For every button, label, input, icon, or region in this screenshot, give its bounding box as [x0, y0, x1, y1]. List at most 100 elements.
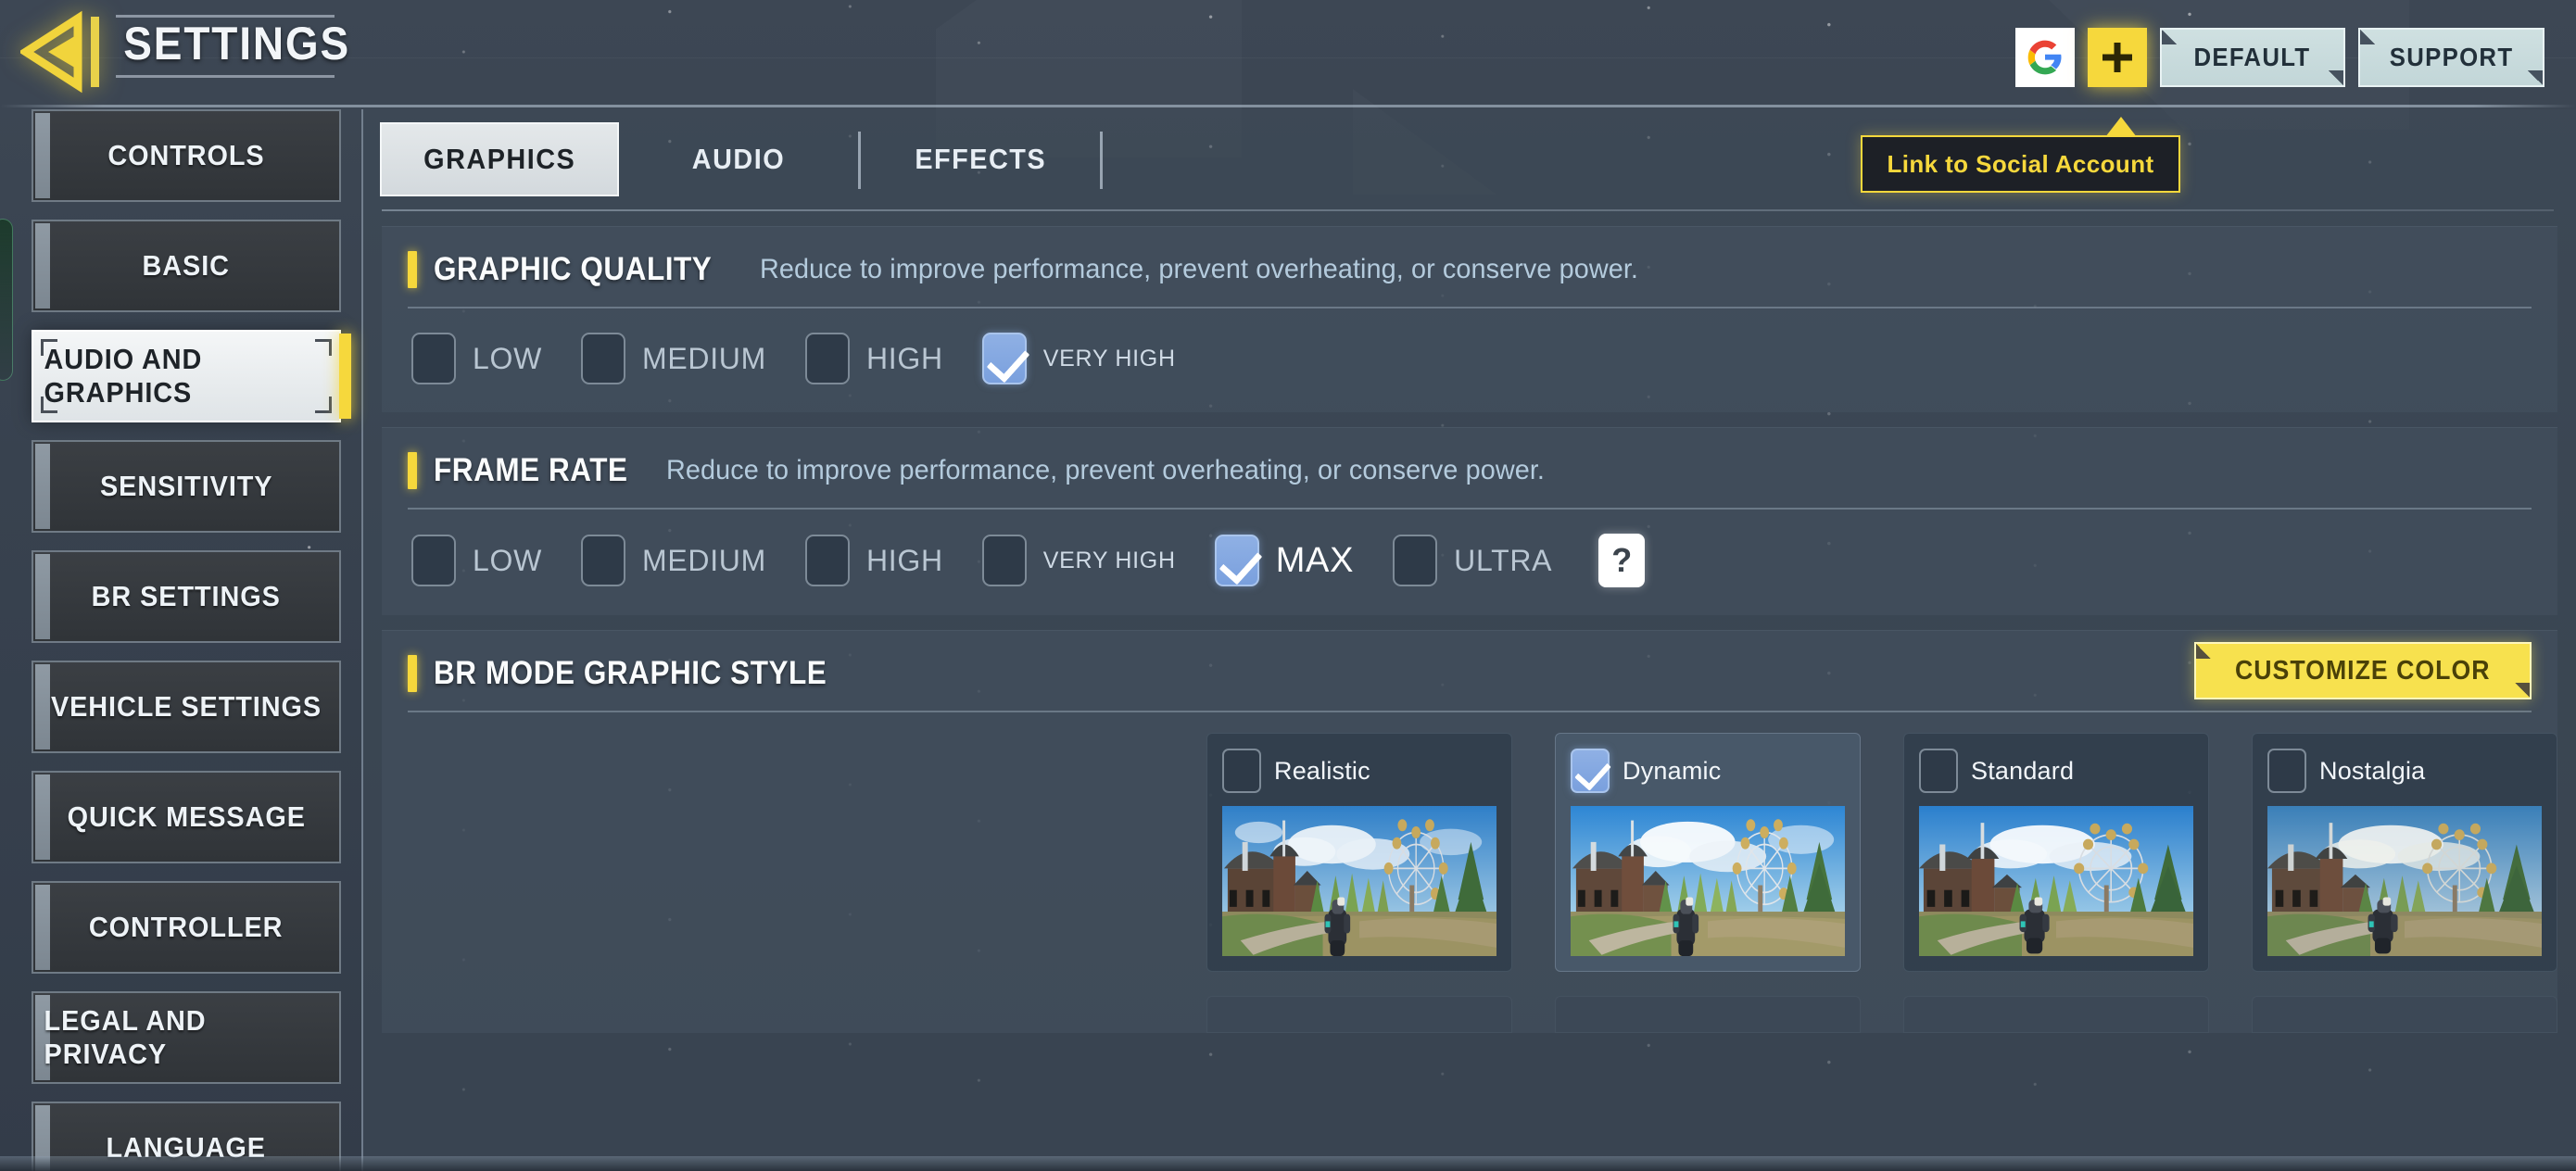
sidebar-item-sensitivity[interactable]: SENSITIVITY	[32, 440, 341, 533]
option-frame-rate-high[interactable]: HIGH	[804, 535, 943, 586]
section-accent-bar	[408, 452, 417, 489]
card-stub[interactable]	[2252, 996, 2557, 1033]
checkbox[interactable]	[1919, 749, 1958, 793]
sidebar-active-indicator	[339, 334, 351, 419]
graphic-style-cards-next-row	[382, 972, 2557, 1033]
sidebar-accent-bar	[35, 664, 50, 749]
card-label: Realistic	[1274, 756, 1370, 785]
section-frame-rate: FRAME RATE Reduce to improve performance…	[382, 427, 2557, 615]
add-account-button[interactable]	[2087, 28, 2147, 87]
option-graphic-quality-low[interactable]: LOW	[411, 333, 542, 384]
sidebar-item-basic[interactable]: BASIC	[32, 220, 341, 312]
checkbox[interactable]	[804, 535, 850, 586]
graphic-style-cards: Realistic Dynamic Standard Nostalgia	[382, 712, 2557, 972]
card-label: Nostalgia	[2319, 756, 2426, 785]
sidebar-item-br-settings[interactable]: BR SETTINGS	[32, 550, 341, 643]
scene-thumbnail-icon	[2267, 806, 2542, 956]
checkbox[interactable]	[581, 333, 625, 384]
section-title: BR MODE GRAPHIC STYLE	[434, 655, 827, 691]
sidebar-accent-bar	[35, 113, 50, 198]
screen-edge-indicator	[0, 219, 13, 381]
content-tabs: GRAPHICS AUDIO EFFECTS	[363, 109, 2576, 211]
option-frame-rate-low[interactable]: LOW	[411, 535, 542, 586]
sidebar-item-label: QUICK MESSAGE	[67, 800, 306, 833]
scene-preview-image	[1571, 806, 1845, 956]
scene-thumbnail-icon	[1919, 806, 2193, 956]
sidebar-item-audio-and-graphics[interactable]: AUDIO AND GRAPHICS	[32, 330, 351, 422]
sidebar-item-label: VEHICLE SETTINGS	[50, 690, 322, 723]
graphic-style-card-standard[interactable]: Standard	[1903, 733, 2209, 972]
checkbox[interactable]	[1393, 535, 1438, 586]
corner-notch	[2328, 70, 2343, 85]
option-graphic-quality-very-high[interactable]: VERY HIGH	[981, 333, 1176, 384]
graphic-style-card-nostalgia[interactable]: Nostalgia	[2252, 733, 2557, 972]
checkbox[interactable]	[1222, 749, 1261, 793]
section-description: Reduce to improve performance, prevent o…	[759, 254, 1638, 284]
scene-preview-image	[1222, 806, 1496, 956]
tab-audio[interactable]: AUDIO	[619, 122, 858, 196]
checkbox-checked[interactable]	[981, 333, 1027, 384]
sidebar-item-controls[interactable]: CONTROLS	[32, 109, 341, 202]
question-mark-icon: ?	[1611, 541, 1633, 579]
corner-notch	[2196, 644, 2212, 659]
option-frame-rate-ultra[interactable]: ULTRA	[1393, 535, 1552, 586]
checkbox[interactable]	[804, 333, 850, 384]
corner-notch	[2528, 70, 2543, 85]
scene-thumbnail-icon	[1571, 806, 1845, 956]
customize-color-button[interactable]: CUSTOMIZE COLOR	[2194, 642, 2532, 699]
option-graphic-quality-medium[interactable]: MEDIUM	[581, 333, 766, 384]
option-label: HIGH	[865, 341, 943, 375]
card-stub[interactable]	[1206, 996, 1512, 1033]
option-graphic-quality-high[interactable]: HIGH	[804, 333, 943, 384]
sidebar-item-vehicle-settings[interactable]: VEHICLE SETTINGS	[32, 661, 341, 753]
sidebar-accent-bar	[35, 885, 50, 970]
tab-separator	[1100, 132, 1103, 189]
google-account-button[interactable]	[2014, 28, 2075, 87]
frame-rate-options: LOW MEDIUM HIGH VERY HIGH MAX ULTRA ?	[382, 510, 2557, 615]
checkbox[interactable]	[411, 535, 456, 586]
card-header: Standard	[1919, 747, 2193, 795]
corner-notch	[2161, 30, 2177, 44]
checkbox[interactable]	[411, 333, 456, 384]
default-button[interactable]: DEFAULT	[2159, 28, 2345, 87]
option-frame-rate-medium[interactable]: MEDIUM	[581, 535, 766, 586]
graphic-style-card-realistic[interactable]: Realistic	[1206, 733, 1512, 972]
sidebar-item-label: AUDIO AND GRAPHICS	[44, 343, 203, 409]
checkbox[interactable]	[981, 535, 1027, 586]
settings-screen: SETTINGS DEFAULT SUPPORT Link to Social …	[0, 0, 2576, 1171]
option-label: MEDIUM	[642, 341, 766, 375]
checkbox[interactable]	[2267, 749, 2306, 793]
sidebar-item-quick-message[interactable]: QUICK MESSAGE	[32, 771, 341, 863]
header-bar: SETTINGS DEFAULT SUPPORT	[0, 0, 2576, 107]
frame-rate-help-button[interactable]: ?	[1598, 534, 1646, 587]
checkbox[interactable]	[581, 535, 625, 586]
section-header: FRAME RATE Reduce to improve performance…	[382, 428, 2557, 508]
section-description: Reduce to improve performance, prevent o…	[665, 455, 1545, 485]
tab-graphics[interactable]: GRAPHICS	[380, 122, 619, 196]
graphic-style-card-dynamic[interactable]: Dynamic	[1555, 733, 1861, 972]
option-label: LOW	[473, 341, 542, 375]
sidebar-item-label: LEGAL AND PRIVACY	[44, 1004, 207, 1070]
tab-label: EFFECTS	[915, 143, 1046, 175]
support-button[interactable]: SUPPORT	[2357, 28, 2544, 87]
option-label: MAX	[1275, 540, 1355, 580]
checkbox-checked[interactable]	[1571, 749, 1610, 793]
link-social-account-tooltip: Link to Social Account	[1861, 117, 2180, 193]
option-label: LOW	[473, 543, 542, 577]
google-icon	[2027, 40, 2062, 75]
card-stub[interactable]	[1903, 996, 2209, 1033]
tab-effects[interactable]: EFFECTS	[861, 122, 1100, 196]
section-br-mode-graphic-style: BR MODE GRAPHIC STYLE CUSTOMIZE COLOR Re…	[382, 630, 2557, 1033]
checkbox-checked[interactable]	[1214, 535, 1259, 586]
settings-sidebar: CONTROLS BASIC AUDIO AND GRAPHICS SENSIT…	[32, 109, 351, 1171]
section-accent-bar	[408, 251, 417, 288]
card-stub[interactable]	[1555, 996, 1861, 1033]
sidebar-accent-bar	[35, 444, 50, 529]
tabs-divider	[382, 209, 2554, 211]
customize-color-label: CUSTOMIZE COLOR	[2235, 655, 2492, 686]
option-frame-rate-max[interactable]: MAX	[1214, 535, 1355, 586]
sidebar-item-legal-and-privacy[interactable]: LEGAL AND PRIVACY	[32, 991, 341, 1084]
sidebar-item-label: BR SETTINGS	[91, 580, 282, 612]
sidebar-item-controller[interactable]: CONTROLLER	[32, 881, 341, 974]
option-frame-rate-very-high[interactable]: VERY HIGH	[981, 535, 1176, 586]
